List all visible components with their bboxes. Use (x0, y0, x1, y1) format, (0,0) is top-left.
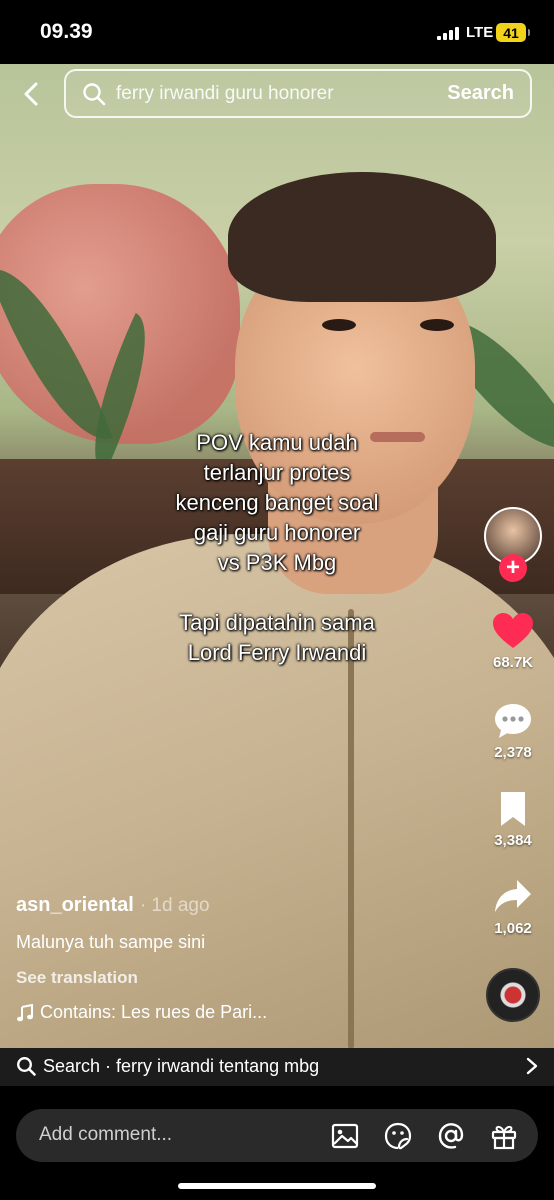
video-caption: POV kamu udah terlanjur protes kenceng b… (120, 428, 434, 668)
username[interactable]: asn_oriental (16, 894, 134, 916)
bookmark-icon (501, 792, 525, 826)
person-hair (228, 172, 496, 302)
see-translation-link[interactable]: See translation (16, 968, 138, 988)
music-title: Contains: Les rues de Pari... (40, 1002, 268, 1022)
back-arrow-icon[interactable] (18, 80, 46, 108)
like-button[interactable]: 68.7K (484, 612, 542, 671)
post-username-row[interactable]: asn_oriental · 1d ago (16, 894, 210, 917)
music-note-icon (17, 1003, 33, 1021)
comment-icon (495, 704, 531, 738)
save-button[interactable]: 3,384 (484, 790, 542, 849)
battery-icon: 41 (496, 23, 530, 42)
caption-line: POV kamu udah (196, 430, 358, 455)
status-time: 09.39 (40, 20, 93, 43)
comment-count: 2,378 (494, 744, 532, 761)
caption-line: Lord Ferry Irwandi (187, 640, 367, 665)
caption-line: Tapi dipatahin sama (179, 610, 375, 635)
comment-button[interactable]: 2,378 (484, 702, 542, 761)
caption-line: gaji guru honorer (193, 520, 361, 545)
caption-line: vs P3K Mbg (217, 550, 337, 575)
person-eye (420, 319, 454, 331)
battery-level: 41 (503, 24, 519, 41)
search-icon (83, 83, 106, 106)
share-arrow-icon (495, 880, 531, 912)
caption-line: kenceng banget soal (175, 490, 379, 515)
save-count: 3,384 (494, 832, 532, 849)
signal-icon (437, 27, 459, 40)
related-search-text[interactable]: Search · ferry irwandi tentang mbg (43, 1056, 319, 1077)
comment-input[interactable]: Add comment... (16, 1109, 538, 1162)
related-search-banner[interactable]: Search · ferry irwandi tentang mbg (0, 1048, 554, 1086)
jacket-zipper (348, 609, 354, 1049)
status-bar: 09.39 LTE 41 (0, 0, 554, 64)
caption-line: terlanjur protes (203, 460, 351, 485)
share-count: 1,062 (494, 920, 532, 937)
search-bar[interactable]: ferry irwandi guru honorer Search (64, 69, 532, 118)
person-eye (322, 319, 356, 331)
search-button[interactable]: Search (447, 82, 514, 105)
follow-button[interactable]: + (499, 554, 527, 582)
mention-icon[interactable] (436, 1121, 466, 1151)
share-button[interactable]: 1,062 (484, 878, 542, 937)
gift-icon[interactable] (489, 1121, 519, 1151)
post-description: Malunya tuh sampe sini (16, 932, 206, 952)
network-type: LTE (466, 24, 494, 41)
post-time-ago: · 1d ago (139, 895, 210, 916)
music-disc-icon[interactable] (486, 968, 540, 1022)
comment-placeholder[interactable]: Add comment... (39, 1124, 172, 1146)
home-indicator (178, 1183, 376, 1189)
image-icon[interactable] (330, 1121, 360, 1151)
sticker-icon[interactable] (383, 1121, 413, 1151)
chevron-right-icon[interactable] (526, 1057, 538, 1075)
heart-icon (493, 613, 533, 648)
search-query[interactable]: ferry irwandi guru honorer (116, 83, 334, 105)
music-info[interactable]: Contains: Les rues de Pari... (16, 1002, 267, 1023)
like-count: 68.7K (492, 654, 534, 671)
search-icon (17, 1057, 36, 1076)
